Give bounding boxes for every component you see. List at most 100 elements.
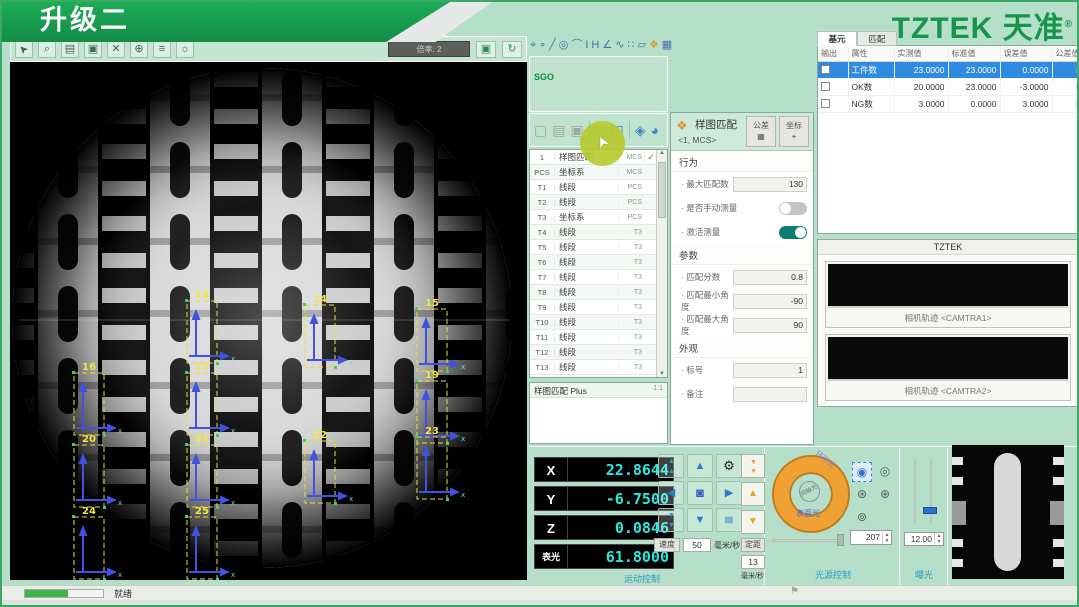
eraser-icon[interactable]: ▱ [637, 36, 645, 54]
step-input[interactable]: 13 [741, 555, 765, 569]
list-item[interactable]: T4线段T3 [530, 225, 657, 240]
import-icon[interactable]: ▤ [552, 119, 565, 141]
speed-input[interactable]: 50 [683, 538, 711, 552]
results-tab[interactable]: 基元 [817, 31, 857, 46]
list-item[interactable]: T9线段T3 [530, 300, 657, 315]
camera-view[interactable]: 13 x 14 x 15 x [10, 62, 527, 580]
list-item[interactable]: T8线段T3 [530, 285, 657, 300]
camera-icon[interactable]: ▣ [84, 40, 102, 58]
crosshair-icon[interactable]: ⊕ [130, 40, 148, 58]
table-row[interactable]: OK数20.000023.0000-3.0000NA, NA [818, 79, 1079, 96]
list-item[interactable]: T12线段T3 [530, 345, 657, 360]
jog-up-fast-button[interactable]: ▲▲ [658, 454, 684, 478]
list-item[interactable]: T11线段T3 [530, 330, 657, 345]
list-item[interactable]: PCS坐标系MCS [530, 165, 657, 180]
toggle-switch[interactable] [779, 226, 807, 239]
exposure-slider-right[interactable] [930, 458, 932, 524]
jog-down-button[interactable]: ▼ [687, 508, 713, 532]
layers-icon[interactable]: ≡ [153, 40, 171, 58]
speed-button[interactable]: 速度 [654, 538, 680, 552]
surface-light-icon[interactable]: ⊛ [852, 485, 872, 505]
list-item[interactable]: T6线段T3 [530, 255, 657, 270]
results-tabs: 基元匹配 [817, 31, 897, 46]
point-icon[interactable]: ∘ [539, 36, 546, 54]
light-slider-handle[interactable] [837, 534, 844, 546]
template-tab-label[interactable]: 样图匹配 Plus [534, 385, 587, 395]
light-icon[interactable]: ☼ [176, 40, 194, 58]
jog-stop-button[interactable]: ◙ [687, 481, 713, 505]
field-input[interactable]: 130 [733, 177, 807, 192]
width-measure-icon[interactable]: H [591, 36, 599, 54]
banner-badge: 升级二 [40, 2, 130, 39]
coordinate-icon[interactable]: ⌖ [530, 36, 536, 54]
table-row[interactable]: NG数3.00000.00003.0000NA, NA [818, 96, 1079, 113]
output-checkbox[interactable] [821, 99, 830, 108]
image-icon[interactable]: ▤ [61, 40, 79, 58]
coaxial-light-icon[interactable]: ◎ [875, 462, 895, 482]
light-slider[interactable] [772, 539, 844, 542]
z-up-button[interactable]: ▲ [741, 482, 765, 506]
jog-down-fast-button[interactable]: ▼▼ [658, 508, 684, 532]
list-item[interactable]: T2线段PCS [530, 195, 657, 210]
capture-button[interactable]: ▣ [476, 41, 496, 58]
template-icon[interactable]: ❖ [649, 36, 659, 54]
list-item[interactable]: T13线段T3 [530, 360, 657, 375]
light-value-spinner[interactable]: 207 ▲▼ [850, 530, 892, 545]
coordinate-button[interactable]: 坐标 ⌖ [779, 116, 809, 147]
magnification-dropdown[interactable]: 倍率: 2 [388, 41, 470, 57]
z-fast-down-button[interactable]: ▼▼ [741, 454, 765, 478]
wizard-icon[interactable]: ◈ [635, 119, 646, 141]
combined-light-icon[interactable]: ⊚ [852, 508, 872, 528]
section-title: 外观 [671, 337, 813, 358]
jog-left-button[interactable]: ◀ [658, 481, 684, 505]
output-checkbox[interactable] [821, 65, 830, 74]
height-measure-icon[interactable]: I [585, 36, 588, 54]
scroll-up-icon[interactable]: ▲ [659, 150, 665, 156]
exposure-spinner-arrows-icon[interactable]: ▲▼ [934, 533, 943, 545]
list-item[interactable]: T3坐标系PCS [530, 210, 657, 225]
step-button[interactable]: 定距 [741, 538, 765, 552]
list-item[interactable]: T10线段T3 [530, 315, 657, 330]
field-input[interactable]: 0.8 [733, 270, 807, 285]
curve-icon[interactable]: ∿ [615, 36, 624, 54]
exposure-slider-left[interactable] [914, 458, 916, 524]
field-input[interactable] [733, 387, 807, 402]
cursor-icon[interactable]: ➤ [15, 40, 33, 58]
calculator-icon[interactable]: ▦ [662, 36, 672, 54]
table-row[interactable]: 工件数23.000023.00000.0000NA, NA [818, 62, 1079, 79]
ring-light-icon[interactable]: ◉ [852, 462, 872, 482]
spinner-arrows-icon[interactable]: ▲▼ [882, 532, 891, 544]
scroll-down-icon[interactable]: ▼ [659, 371, 665, 377]
toggle-switch[interactable] [779, 202, 807, 215]
zoom-icon[interactable]: ⌕ [38, 40, 56, 58]
list-item[interactable]: T1线段PCS [530, 180, 657, 195]
arc-icon[interactable]: ⌒ [571, 36, 582, 54]
refresh-icon[interactable]: ◕ [651, 119, 659, 141]
new-icon[interactable]: ▢ [534, 119, 547, 141]
tolerance-button[interactable]: 公差 ▦ [746, 116, 776, 147]
exposure-slider-handle[interactable] [923, 507, 937, 514]
jog-settings-button[interactable]: ⚙ [716, 454, 742, 478]
refresh-view-button[interactable]: ↻ [502, 41, 522, 58]
jog-up-button[interactable]: ▲ [687, 454, 713, 478]
backlight-icon[interactable]: ⊕ [875, 485, 895, 505]
field-input[interactable]: 90 [733, 318, 807, 333]
flag-icon: ⚑ [790, 586, 799, 597]
jog-config-button[interactable]: ≣ [716, 508, 742, 532]
close-icon[interactable]: ✕ [107, 40, 125, 58]
scatter-icon[interactable]: ∷ [627, 36, 634, 54]
z-down-button[interactable]: ▼ [741, 510, 765, 534]
jog-right-button[interactable]: ▶ [716, 481, 742, 505]
field-input[interactable]: -90 [733, 294, 807, 309]
output-checkbox[interactable] [821, 82, 830, 91]
list-item[interactable]: T7线段T3 [530, 270, 657, 285]
circle-icon[interactable]: ◎ [559, 36, 569, 54]
exposure-spinner[interactable]: 12.00 ▲▼ [904, 532, 944, 546]
list-item[interactable]: T5线段T3 [530, 240, 657, 255]
field-input[interactable]: 1 [733, 363, 807, 378]
line-icon[interactable]: ╱ [549, 36, 556, 54]
svg-text:x: x [231, 571, 235, 579]
angle-icon[interactable]: ∠ [602, 36, 612, 54]
trajectory-strip [828, 337, 1068, 381]
scrollbar-thumb[interactable] [658, 162, 666, 218]
